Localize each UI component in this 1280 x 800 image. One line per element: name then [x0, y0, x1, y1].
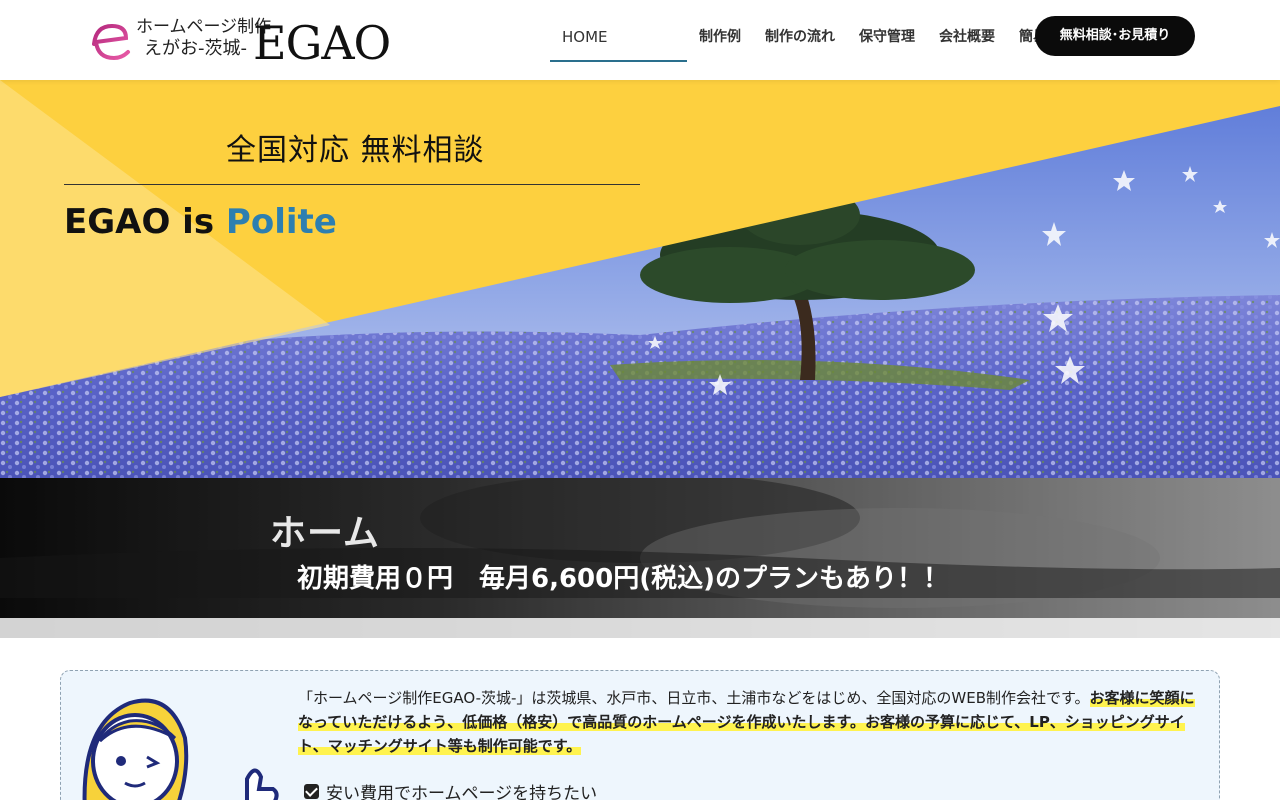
logo-wordmark: EGAO [253, 16, 391, 70]
main-nav: HOME 制作例 制作の流れ 保守管理 会社概要 簡易見積り [550, 14, 1101, 62]
logo-e-icon [92, 23, 130, 61]
intro-box: 「ホームページ制作EGAO-茨城-」は茨城県、水戸市、日立市、土浦市などをはじめ… [60, 670, 1220, 800]
site-header: ホームページ制作 えがお-茨城- EGAO HOME 制作例 制作の流れ 保守管… [0, 0, 1280, 80]
page-banner: ホーム 初期費用０円 毎月6,600円(税込)のプランもあり！！ [0, 478, 1280, 638]
checkbox-icon [304, 784, 319, 799]
nav-maintenance[interactable]: 保守管理 [847, 14, 927, 62]
nav-flow[interactable]: 制作の流れ [753, 14, 847, 62]
hero-title: EGAO is Polite [64, 202, 337, 242]
intro-paragraph: 「ホームページ制作EGAO-茨城-」は茨城県、水戸市、日立市、土浦市などをはじめ… [298, 686, 1198, 758]
logo-line2: えがお-茨城- [144, 38, 247, 59]
nav-company[interactable]: 会社概要 [927, 14, 1007, 62]
hero-title-prefix: EGAO is [64, 202, 226, 242]
nav-works[interactable]: 制作例 [687, 14, 753, 62]
nav-home[interactable]: HOME [550, 14, 687, 62]
site-logo[interactable]: ホームページ制作 えがお-茨城- EGAO [88, 14, 391, 70]
logo-text: ホームページ制作 えがお-茨城- [136, 16, 271, 60]
page-title: ホーム [270, 513, 380, 554]
hero-title-accent: Polite [225, 202, 337, 242]
hero-divider [64, 184, 640, 185]
intro-text: 「ホームページ制作EGAO-茨城-」は茨城県、水戸市、日立市、土浦市などをはじめ… [298, 689, 1090, 707]
consultation-button[interactable]: 無料相談･お見積り [1035, 16, 1195, 56]
logo-line1: ホームページ制作 [136, 17, 272, 37]
hero-tagline: 全国対応 無料相談 [226, 133, 485, 168]
plan-headline: 初期費用０円 毎月6,600円(税込)のプランもあり！！ [297, 564, 950, 594]
hero-section: 全国対応 無料相談 EGAO is Polite [0, 80, 1280, 478]
checklist-item: 安い費用でホームページを持ちたい [304, 779, 597, 800]
support-staff-illustration [82, 698, 279, 800]
checklist-item-label: 安い費用でホームページを持ちたい [326, 784, 598, 800]
hero-background [0, 80, 1280, 478]
